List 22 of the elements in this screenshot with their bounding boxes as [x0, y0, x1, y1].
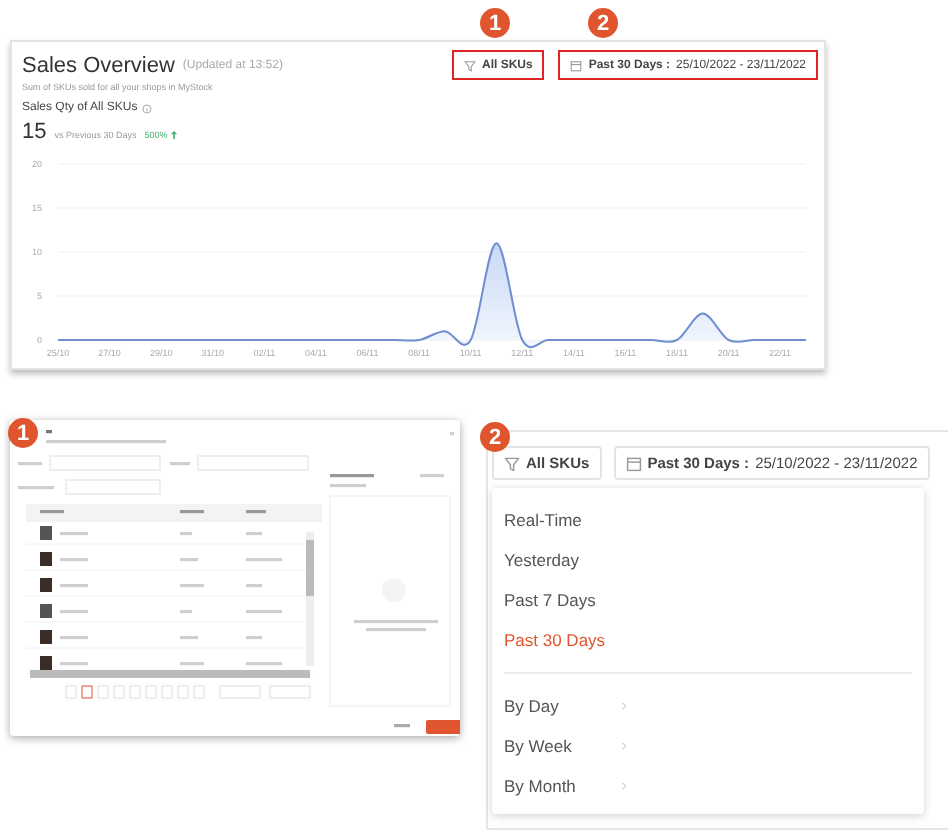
menu-item[interactable]: By Day: [504, 696, 620, 716]
menu-item[interactable]: By Week: [504, 736, 620, 756]
menu-item[interactable]: Yesterday: [504, 550, 620, 570]
step-badge: 2: [588, 8, 618, 38]
card-title: Sales Overview: [22, 53, 175, 77]
chevron-right-icon: [620, 740, 628, 752]
step-badge: 1: [8, 418, 38, 448]
filter-icon: [464, 59, 476, 71]
calendar-icon: [625, 455, 642, 471]
up-arrow-icon: [169, 130, 178, 140]
chevron-right-icon: [620, 700, 628, 712]
chevron-right-icon: [620, 780, 628, 792]
menu-item[interactable]: Past 7 Days: [504, 590, 620, 610]
menu-item[interactable]: Past 30 Days: [504, 630, 620, 650]
step-badge: 1: [480, 8, 510, 38]
info-icon: [141, 103, 152, 113]
calendar-icon: [570, 59, 583, 71]
step-badge: 2: [480, 422, 510, 452]
menu-item[interactable]: By Month: [504, 776, 620, 796]
metric-value: 15: [22, 120, 47, 144]
menu-item[interactable]: Real-Time: [504, 510, 620, 530]
filter-icon: [504, 455, 520, 471]
